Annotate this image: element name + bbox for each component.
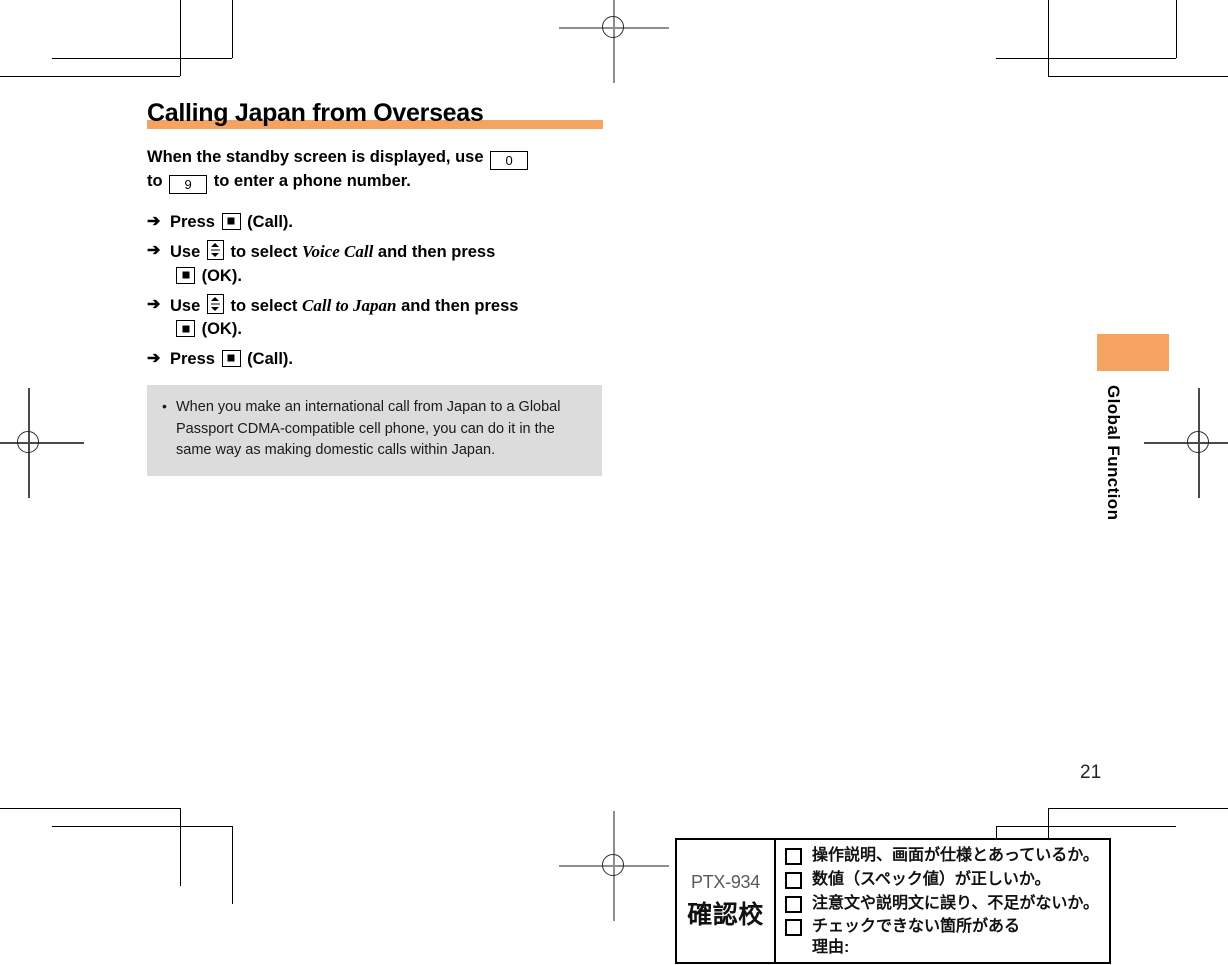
chapter-side-tab: Global Function [1097, 334, 1169, 520]
step-3-text-end: (OK). [201, 320, 242, 339]
crop-mark-bottom-left-outer-h [0, 808, 180, 809]
updown-key-down-triangle [211, 253, 220, 258]
registration-mark-bottom [559, 811, 669, 921]
crop-mark-bottom-left-inner-v [232, 826, 233, 904]
updown-key-up-triangle [211, 243, 220, 248]
proof-item-label: 注意文や説明文に誤り、不足がないか。 [812, 894, 1100, 912]
proof-stamp-identity: PTX-934 確認校 [677, 840, 776, 962]
proof-item-label: 操作説明、画面が仕様とあっているか。 [812, 847, 1099, 864]
step-3-menu-term: Call to Japan [302, 296, 397, 316]
arrow-right-icon: ➔ [147, 212, 161, 230]
page-title: Calling Japan from Overseas [147, 99, 484, 127]
key-9-icon: 9 [169, 175, 208, 195]
chapter-tab-label: Global Function [1104, 385, 1123, 521]
proof-item-label: チェックできない箇所がある 理由: [812, 918, 1021, 957]
updown-key-icon [206, 240, 224, 261]
step-2-text-mid: to select [230, 243, 298, 262]
proof-checklist-items: 操作説明、画面が仕様とあっているか。 数値（スペック値）が正しいか。 注意文や説… [776, 840, 1109, 962]
step-3-text-mid: to select [230, 297, 298, 316]
registration-mark-left [0, 388, 84, 498]
updown-key-divider [210, 249, 220, 251]
step-4-text-before: Press [170, 349, 215, 368]
step-item-4: ➔ Press (Call). [147, 348, 617, 371]
proof-checklist-row: 操作説明、画面が仕様とあっているか。 [785, 846, 1099, 867]
center-key-dot [227, 217, 235, 225]
crop-mark-bottom-left-inner-h [52, 826, 232, 827]
proof-stage-label: 確認校 [687, 900, 764, 929]
step-item-1: ➔ Press (Call). [147, 211, 617, 234]
updown-key-divider [210, 303, 220, 305]
checkbox-icon[interactable] [785, 848, 802, 865]
checkbox-icon[interactable] [785, 919, 802, 937]
step-3-text-after: and then press [401, 297, 519, 316]
updown-key-icon [206, 294, 224, 315]
key-0-icon: 0 [490, 151, 529, 171]
intro-text-part2: to [147, 172, 163, 191]
note-list-item: • When you make an international call fr… [161, 397, 588, 461]
note-list: • When you make an international call fr… [161, 397, 588, 461]
crop-mark-top-left-inner-v [232, 0, 233, 58]
crop-mark-top-right-outer-h [1048, 76, 1228, 77]
note-box: • When you make an international call fr… [147, 385, 602, 476]
checkbox-icon[interactable] [785, 871, 802, 889]
step-1-text-after: (Call). [247, 212, 293, 231]
step-2-text-after: and then press [377, 243, 496, 262]
updown-key-down-triangle [211, 307, 220, 312]
registration-circle [602, 16, 624, 38]
crop-mark-top-left-outer-h [0, 76, 180, 77]
article-content: Calling Japan from Overseas When the sta… [147, 100, 617, 476]
crop-mark-top-right-outer-v [1048, 0, 1049, 76]
registration-crosshair-vertical [613, 0, 615, 83]
updown-key-up-triangle [211, 297, 220, 302]
intro-text-part3: to enter a phone number. [213, 172, 411, 191]
center-key-icon [176, 266, 195, 284]
crop-mark-top-left-outer-v [180, 0, 181, 76]
center-key-dot [182, 271, 189, 279]
step-1-text-before: Press [170, 212, 215, 231]
crop-mark-bottom-right-inner-h [996, 826, 1176, 827]
bullet-icon: • [162, 398, 167, 415]
proof-checklist-row: チェックできない箇所がある 理由: [785, 917, 1099, 959]
step-3-text-before: Use [170, 297, 201, 316]
center-key-icon [221, 349, 241, 367]
checkbox-icon[interactable] [785, 895, 802, 913]
step-item-2: ➔ Use to select Voice Call and then pres… [147, 240, 617, 288]
procedure-step-list: ➔ Press (Call). ➔ Use to select Voice Ca… [147, 211, 617, 372]
center-key-icon [221, 212, 241, 230]
proof-job-code: PTX-934 [691, 871, 760, 892]
proof-item-label: 数値（スペック値）が正しいか。 [812, 870, 1051, 888]
crop-mark-bottom-right-outer-h [1048, 808, 1228, 809]
center-key-dot [227, 354, 235, 362]
step-2-text-before: Use [170, 243, 201, 262]
step-item-3: ➔ Use to select Call to Japan and then p… [147, 294, 617, 342]
crop-mark-bottom-left-outer-v [180, 808, 181, 886]
registration-circle [17, 431, 39, 453]
note-text: When you make an international call from… [176, 399, 561, 459]
arrow-right-icon: ➔ [147, 242, 161, 260]
center-key-dot [182, 325, 189, 333]
proof-checklist-row: 注意文や説明文に誤り、不足がないか。 [785, 894, 1099, 915]
registration-mark-top [559, 0, 669, 83]
step-2-menu-term: Voice Call [302, 242, 374, 262]
intro-text-part1: When the standby screen is displayed, us… [147, 148, 484, 167]
intro-paragraph: When the standby screen is displayed, us… [147, 146, 617, 195]
step-4-text-after: (Call). [247, 349, 293, 368]
step-2-text-end: (OK). [201, 266, 242, 285]
arrow-right-icon: ➔ [147, 296, 161, 314]
proof-checklist-stamp: PTX-934 確認校 操作説明、画面が仕様とあっているか。 数値（スペック値）… [675, 838, 1112, 964]
crop-mark-top-left-inner-h [52, 58, 232, 59]
registration-mark-right [1144, 388, 1228, 498]
crop-mark-top-right-inner-h [996, 58, 1176, 59]
proof-checklist-row: 数値（スペック値）が正しいか。 [785, 870, 1099, 891]
crop-mark-top-right-inner-v [1176, 0, 1177, 58]
chapter-tab-swatch [1097, 334, 1169, 371]
registration-circle [602, 854, 624, 876]
registration-circle [1187, 431, 1209, 453]
arrow-right-icon: ➔ [147, 349, 161, 367]
page-number: 21 [1080, 762, 1102, 783]
registration-crosshair-horizontal [0, 442, 84, 444]
center-key-icon [176, 320, 195, 338]
